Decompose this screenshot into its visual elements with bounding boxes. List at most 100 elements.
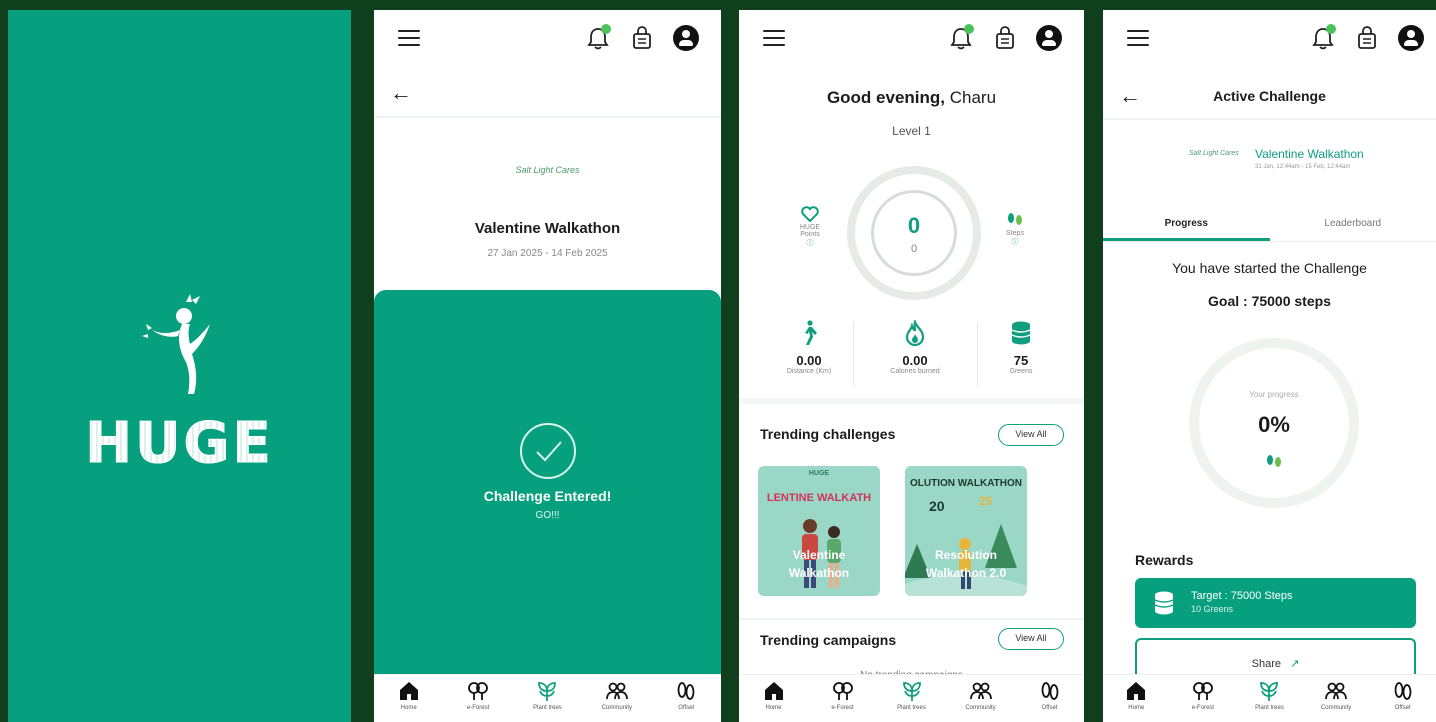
- reward-card: Target : 75000 Steps 10 Greens: [1135, 578, 1416, 628]
- challenge-tabs: Progress Leaderboard: [1103, 206, 1436, 242]
- shop-bag-icon[interactable]: [992, 24, 1018, 52]
- progress-label: Your progress: [1249, 390, 1299, 399]
- coins-icon: [1011, 321, 1031, 345]
- challenge-dates: 31 Jan, 12:44am - 15 Feb, 12:44am: [1255, 164, 1351, 170]
- nav-community[interactable]: Community: [587, 679, 647, 711]
- top-bar: [374, 10, 721, 66]
- ring-sub: 0: [910, 243, 918, 255]
- nav-plant-trees[interactable]: Plant trees: [517, 679, 577, 711]
- nav-eforest[interactable]: e-Forest: [448, 679, 508, 711]
- nav-offset[interactable]: Offset: [656, 679, 716, 711]
- brand-name: HUGE: [8, 411, 351, 477]
- nav-plant-trees[interactable]: Plant trees: [882, 679, 942, 711]
- ring-value: 0: [907, 213, 921, 238]
- nav-plant-trees[interactable]: Plant trees: [1239, 679, 1299, 711]
- entered-go: GO!!!: [535, 510, 560, 521]
- section-divider: [739, 398, 1084, 404]
- home-icon: [399, 682, 418, 700]
- challenge-card-resolution[interactable]: OLUTION WALKATHON 20 25 Resolution Walkat…: [905, 466, 1027, 596]
- huge-figure-icon: [141, 294, 210, 394]
- progress-ring: Your progress 0%: [1189, 338, 1359, 508]
- flame-icon: [905, 318, 925, 347]
- tree-icon: [832, 682, 853, 700]
- notification-bell-icon[interactable]: [1310, 24, 1336, 52]
- nav-eforest[interactable]: e-Forest: [1173, 679, 1233, 711]
- sponsor-logo: Salt Light Cares: [1189, 150, 1239, 157]
- splash-screen: HUGE: [8, 10, 351, 722]
- top-bar: [739, 10, 1084, 66]
- share-button[interactable]: Share ↗: [1135, 638, 1416, 678]
- reward-target: Target : 75000 Steps: [1191, 590, 1293, 602]
- check-circle-icon: [520, 423, 576, 479]
- shop-bag-icon[interactable]: [1354, 24, 1380, 52]
- nav-home[interactable]: Home: [1106, 679, 1166, 711]
- menu-icon[interactable]: [1127, 30, 1149, 46]
- challenge-card-valentine[interactable]: HUGE LENTINE WALKATH Valentine Walkathon: [758, 466, 880, 596]
- menu-icon[interactable]: [398, 30, 420, 46]
- notification-dot: [1326, 24, 1336, 34]
- tab-progress[interactable]: Progress: [1103, 206, 1270, 241]
- plant-icon: [902, 682, 921, 701]
- bottom-nav: Home e-Forest Plant trees Community Offs…: [1103, 674, 1436, 722]
- header-divider: [374, 116, 721, 118]
- plant-icon: [1260, 682, 1279, 701]
- nav-offset[interactable]: Offset: [1373, 679, 1433, 711]
- nav-offset[interactable]: Offset: [1020, 679, 1080, 711]
- info-icon[interactable]: ⓘ: [990, 237, 1040, 247]
- footprint-icon: [1394, 682, 1412, 700]
- nav-eforest[interactable]: e-Forest: [813, 679, 873, 711]
- tab-leaderboard[interactable]: Leaderboard: [1270, 206, 1436, 241]
- back-arrow-icon[interactable]: ←: [390, 80, 412, 106]
- profile-avatar-icon[interactable]: [1036, 25, 1062, 51]
- distance-stat: 0.00 Distance (Km): [759, 320, 859, 375]
- profile-avatar-icon[interactable]: [673, 25, 699, 51]
- profile-avatar-icon[interactable]: [1398, 25, 1424, 51]
- menu-icon[interactable]: [763, 30, 785, 46]
- heart-icon: [801, 206, 819, 223]
- page-title: Active Challenge: [1213, 88, 1326, 104]
- huge-points-stat[interactable]: HUGE Points ⓘ: [785, 206, 835, 248]
- goal-text: Goal : 75000 steps: [1208, 293, 1331, 309]
- community-icon: [969, 682, 992, 700]
- greens-stat: 75 Greens: [971, 320, 1071, 375]
- tree-icon: [1192, 682, 1213, 700]
- nav-home[interactable]: Home: [744, 679, 804, 711]
- active-challenge-screen: ← Active Challenge Salt Light Cares Vale…: [1103, 10, 1436, 722]
- notification-bell-icon[interactable]: [585, 24, 611, 52]
- share-icon: ↗: [1290, 658, 1300, 670]
- footsteps-icon: [1008, 213, 1022, 225]
- reward-value: 10 Greens: [1191, 604, 1234, 614]
- nav-home[interactable]: Home: [379, 679, 439, 711]
- notification-bell-icon[interactable]: [948, 24, 974, 52]
- tree-icon: [468, 682, 488, 700]
- home-icon: [764, 682, 783, 700]
- plant-icon: [538, 682, 557, 701]
- progress-value: 0%: [1258, 412, 1290, 437]
- view-all-challenges-button[interactable]: View All: [998, 424, 1064, 446]
- nav-community[interactable]: Community: [1306, 679, 1366, 711]
- home-screen: Good evening, Charu Level 1 HUGE Points …: [739, 10, 1084, 722]
- started-message: You have started the Challenge: [1172, 260, 1367, 276]
- rewards-title: Rewards: [1135, 552, 1194, 568]
- trending-campaigns-title: Trending campaigns: [760, 632, 897, 648]
- notification-dot: [964, 24, 974, 34]
- footprint-icon: [1041, 682, 1058, 700]
- community-icon: [605, 682, 628, 700]
- view-all-campaigns-button[interactable]: View All: [998, 628, 1064, 650]
- steps-stat[interactable]: Steps ⓘ: [990, 210, 1040, 247]
- user-name: Charu: [949, 88, 997, 107]
- shop-bag-icon[interactable]: [629, 24, 655, 52]
- bottom-nav: Home e-Forest Plant trees Community Offs…: [739, 674, 1084, 722]
- info-icon[interactable]: ⓘ: [785, 238, 835, 248]
- top-bar: [1103, 10, 1436, 66]
- footsteps-icon: [1267, 455, 1281, 467]
- entered-status: Challenge Entered!: [483, 488, 612, 504]
- huge-logo: HUGE: [8, 290, 351, 477]
- greeting: Good evening, Charu: [826, 88, 997, 107]
- nav-community[interactable]: Community: [951, 679, 1011, 711]
- activity-ring: 0 0: [847, 166, 981, 300]
- challenge-dates: 27 Jan 2025 - 14 Feb 2025: [487, 248, 608, 259]
- challenge-entered-screen: ← Salt Light Cares Valentine Walkathon 2…: [374, 10, 721, 722]
- trending-challenges-title: Trending challenges: [760, 426, 896, 442]
- user-level: Level 1: [892, 124, 931, 138]
